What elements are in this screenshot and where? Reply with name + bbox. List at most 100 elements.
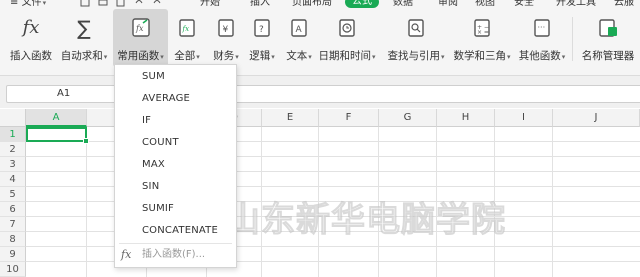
menu-divider: [119, 243, 232, 244]
math-functions-button[interactable]: + − × = 数学和三角▾: [449, 9, 515, 67]
all-functions-button[interactable]: fx 全部▾: [170, 9, 204, 67]
tab-security[interactable]: 安全: [514, 0, 534, 9]
chevron-down-icon[interactable]: ▾: [271, 53, 275, 61]
grid-line: [494, 127, 495, 277]
row-header-3[interactable]: 3: [0, 157, 26, 172]
svg-text:···: ···: [538, 23, 546, 32]
tab-review[interactable]: 审阅: [438, 0, 458, 9]
column-header-f[interactable]: F: [319, 109, 379, 127]
row-header-9[interactable]: 9: [0, 247, 26, 262]
grid-line: [261, 127, 262, 277]
menu-item-sin[interactable]: SIN: [142, 178, 159, 196]
grid-line: [436, 127, 437, 277]
name-box[interactable]: A1: [6, 85, 116, 103]
svg-text:¥: ¥: [223, 25, 229, 35]
tab-home[interactable]: 开始: [200, 0, 220, 9]
formula-input[interactable]: [236, 85, 640, 103]
fx-icon: fx: [22, 17, 40, 38]
undo-icon[interactable]: [134, 0, 144, 7]
row-header-6[interactable]: 6: [0, 202, 26, 217]
menu-item-max[interactable]: MAX: [142, 156, 165, 174]
yen-icon: ¥: [218, 19, 234, 37]
tab-cloud[interactable]: 云服: [614, 0, 634, 9]
menu-item-sumif[interactable]: SUMIF: [142, 200, 174, 218]
row-header-1[interactable]: 1: [0, 127, 26, 142]
autosum-button[interactable]: ∑ 自动求和▾: [60, 9, 108, 67]
row-header-8[interactable]: 8: [0, 232, 26, 247]
row-header-7[interactable]: 7: [0, 217, 26, 232]
common-functions-button[interactable]: fx 常用函数▾: [113, 9, 168, 67]
tab-insert[interactable]: 插入: [250, 0, 270, 9]
ribbon-divider: [572, 17, 573, 61]
lookup-functions-button[interactable]: 查找与引用▾: [383, 9, 449, 67]
name-manager-label: 名称管理器: [581, 50, 635, 62]
chevron-down-icon[interactable]: ▾: [507, 53, 511, 61]
common-functions-dropdown: SUM AVERAGE IF COUNT MAX SIN SUMIF CONCA…: [114, 64, 237, 268]
select-all-corner[interactable]: [0, 109, 26, 127]
svg-text:fx: fx: [135, 24, 144, 33]
file-menu[interactable]: ≡ 文件▾: [10, 0, 46, 9]
finance-functions-button[interactable]: ¥ 财务▾: [207, 9, 245, 67]
file-menu-label: 文件: [21, 0, 42, 8]
tab-page-layout[interactable]: 页面布局: [292, 0, 332, 9]
grid-line: [318, 127, 319, 277]
math-icon: + − × =: [474, 19, 490, 37]
menu-bar: ≡ 文件▾ 开始 插入 页面布局 公式 数据 审阅 视图 安全 开发工具 云服: [0, 0, 640, 9]
menu-item-if[interactable]: IF: [142, 112, 151, 130]
column-header-e[interactable]: E: [262, 109, 319, 127]
name-manager-button[interactable]: 名称管理器: [577, 9, 639, 67]
active-cell-a1[interactable]: [26, 127, 89, 144]
svg-text:× =: × =: [477, 29, 489, 36]
chevron-down-icon[interactable]: ▾: [372, 53, 376, 61]
menu-item-concatenate[interactable]: CONCATENATE: [142, 222, 218, 240]
column-header-a[interactable]: A: [26, 109, 87, 127]
column-header-g[interactable]: G: [379, 109, 437, 127]
all-functions-icon: fx: [179, 19, 195, 37]
chevron-down-icon[interactable]: ▾: [562, 53, 566, 61]
column-header-j[interactable]: J: [553, 109, 640, 127]
magnifier-icon: [408, 19, 424, 37]
insert-function-button[interactable]: fx 插入函数: [8, 9, 54, 67]
redo-icon[interactable]: [152, 0, 162, 7]
menu-item-sum[interactable]: SUM: [142, 68, 165, 86]
math-functions-label: 数学和三角: [453, 50, 506, 62]
sigma-icon: ∑: [77, 16, 91, 40]
logic-functions-button[interactable]: ? 逻辑▾: [244, 9, 280, 67]
chevron-down-icon[interactable]: ▾: [441, 53, 445, 61]
chevron-down-icon[interactable]: ▾: [235, 53, 239, 61]
datetime-functions-label: 日期和时间: [318, 50, 371, 62]
question-icon: ?: [254, 19, 270, 37]
chevron-down-icon[interactable]: ▾: [308, 53, 312, 61]
svg-text:fx: fx: [182, 25, 190, 33]
more-icon: ···: [534, 19, 550, 37]
row-header-5[interactable]: 5: [0, 187, 26, 202]
tab-developer[interactable]: 开发工具: [556, 0, 596, 9]
print-preview-icon[interactable]: [116, 0, 126, 7]
tab-view[interactable]: 视图: [475, 0, 495, 9]
text-functions-label: 文本: [286, 50, 308, 62]
tab-formulas[interactable]: 公式: [345, 0, 379, 8]
column-header-h[interactable]: H: [437, 109, 495, 127]
chevron-down-icon[interactable]: ▾: [196, 53, 200, 61]
chevron-down-icon[interactable]: ▾: [104, 53, 108, 61]
menu-item-average[interactable]: AVERAGE: [142, 90, 190, 108]
print-icon[interactable]: [98, 0, 108, 7]
spreadsheet-grid[interactable]: A B C D E F G H I J 1 2 3 4 5 6 7 8 9 10: [0, 109, 640, 277]
tab-data[interactable]: 数据: [393, 0, 413, 9]
text-functions-button[interactable]: A 文本▾: [281, 9, 317, 67]
save-icon[interactable]: [80, 0, 90, 7]
column-header-i[interactable]: I: [495, 109, 553, 127]
menu-item-count[interactable]: COUNT: [142, 134, 179, 152]
row-header-2[interactable]: 2: [0, 142, 26, 157]
other-functions-button[interactable]: ··· 其他函数▾: [514, 9, 570, 67]
datetime-functions-button[interactable]: 日期和时间▾: [316, 9, 378, 67]
svg-text:?: ?: [259, 25, 264, 35]
row-header-4[interactable]: 4: [0, 172, 26, 187]
chevron-down-icon[interactable]: ▾: [160, 53, 164, 61]
formula-bar: A1: [0, 76, 640, 108]
fx-icon: fx: [121, 248, 132, 261]
menu-item-insert-function[interactable]: fx 插入函数(F)...: [121, 246, 233, 264]
name-manager-icon: [599, 19, 617, 37]
all-functions-label: 全部: [174, 50, 196, 62]
ribbon: fx 插入函数 ∑ 自动求和▾ fx 常用函数▾ fx 全部▾ ¥ 财务▾ ? …: [0, 9, 640, 76]
